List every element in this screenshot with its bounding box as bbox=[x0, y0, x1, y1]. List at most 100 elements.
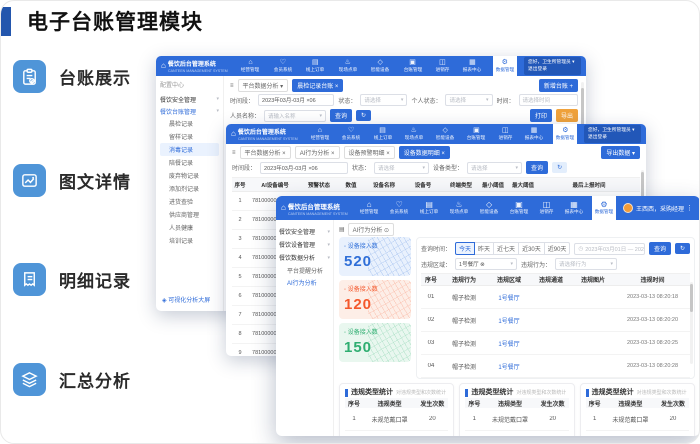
sidebar-group-analysis[interactable]: 餐饮数据分析▾ bbox=[279, 251, 330, 264]
area-link[interactable]: 1号餐厅 bbox=[487, 362, 531, 371]
nav-item-online-orders[interactable]: ▤线上订单 bbox=[417, 196, 441, 220]
sidebar-item[interactable]: 平台提醒分析 bbox=[279, 264, 330, 276]
reset-icon-button[interactable]: ↻ bbox=[675, 243, 690, 254]
nav-item-data-active[interactable]: ⚙数据管理 bbox=[553, 124, 577, 144]
breadcrumb-tag[interactable]: AI行为分析 ⊙ bbox=[348, 223, 394, 236]
tab[interactable]: AI行为分析 × bbox=[295, 146, 340, 159]
date-input[interactable]: 请选择时间 bbox=[519, 94, 578, 106]
range-90days[interactable]: 近90天 bbox=[544, 242, 571, 255]
date-range-input[interactable]: ◷2023年03月01日 — 2023年11月30日 bbox=[574, 243, 645, 255]
app-subtitle: CANTEEN MANAGEMENT SYSTEM bbox=[238, 136, 298, 141]
nav-item-onsite-orders[interactable]: ♨现场点单 bbox=[336, 56, 360, 76]
user-info[interactable]: 您好，卫生所管理员 ▾ 退出登录 bbox=[584, 125, 641, 143]
sidebar-item[interactable]: 晨检记录 bbox=[160, 117, 219, 130]
range-30days[interactable]: 近30天 bbox=[518, 242, 545, 255]
nav-item-members[interactable]: ♡会员系统 bbox=[339, 124, 363, 144]
nav-item-online-orders[interactable]: ▤线上订单 bbox=[303, 56, 327, 76]
sidebar-item[interactable]: 陪餐记录 bbox=[160, 156, 219, 169]
nav-item-reports[interactable]: ▦报表中心 bbox=[562, 196, 586, 220]
sidebar-group-devices[interactable]: 餐饮设备管理▾ bbox=[279, 238, 330, 251]
sidebar-item[interactable]: 进货查验 bbox=[160, 195, 219, 208]
reset-icon-button[interactable]: ↻ bbox=[552, 162, 567, 173]
behavior-select[interactable]: 请选择行为▾ bbox=[555, 258, 617, 270]
kebab-menu-icon[interactable]: ⋮ bbox=[686, 204, 693, 212]
sidebar-item-active[interactable]: AI行为分析 bbox=[279, 276, 330, 288]
area-select[interactable]: 1号餐厅 ⊗▾ bbox=[455, 258, 517, 270]
sidebar-item[interactable]: 留样记录 bbox=[160, 130, 219, 143]
area-link[interactable]: 1号餐厅 bbox=[487, 316, 531, 325]
sidebar-item[interactable]: 培训记录 bbox=[160, 234, 219, 247]
search-button[interactable]: 查询 bbox=[330, 109, 352, 122]
time-range-input[interactable]: 2023年03月-03月 ×06 bbox=[258, 94, 334, 106]
nav-item-data-active[interactable]: ⚙数据管理 bbox=[592, 196, 616, 220]
nav-item-onsite-orders[interactable]: ♨现场点单 bbox=[402, 124, 426, 144]
nav-item-smart-devices[interactable]: ◇智能设备 bbox=[368, 56, 392, 76]
search-button[interactable]: 查询 bbox=[649, 242, 671, 255]
stat-value: 150 bbox=[344, 339, 406, 356]
nav-item-inventory[interactable]: ◫进销存 bbox=[537, 196, 556, 220]
print-button[interactable]: 打印 bbox=[530, 109, 552, 122]
device-type-select[interactable]: 请选择▾ bbox=[467, 162, 522, 174]
nav-item-smart-devices[interactable]: ◇智能设备 bbox=[477, 196, 501, 220]
sidebar-item[interactable]: 人员健康 bbox=[160, 221, 219, 234]
add-ledger-button[interactable]: 新增台账 + bbox=[539, 79, 578, 92]
nav-item-ledger[interactable]: ▣台账管理 bbox=[507, 196, 531, 220]
nav-item-members[interactable]: ♡会员系统 bbox=[271, 56, 295, 76]
personal-status-select[interactable]: 请选择▾ bbox=[445, 94, 492, 106]
sidebar-item-active[interactable]: 消毒记录 bbox=[160, 143, 219, 156]
nav-item-inventory[interactable]: ◫进销存 bbox=[496, 124, 515, 144]
menu-icon[interactable]: ▤ bbox=[339, 226, 345, 233]
nav-item-business[interactable]: ⌂经营管理 bbox=[308, 124, 332, 144]
export-data-button[interactable]: 导出数据 ▾ bbox=[601, 146, 640, 159]
nav-item-reports[interactable]: ▦报表中心 bbox=[522, 124, 546, 144]
date-label: 时间： bbox=[497, 96, 515, 105]
nav-item-ledger[interactable]: ▣台账管理 bbox=[401, 56, 425, 76]
user-info[interactable]: 您好，卫生所管理员 ▾ 退出登录 bbox=[524, 57, 581, 75]
logout-link[interactable]: 退出登录 bbox=[528, 66, 574, 72]
area-link[interactable]: 1号餐厅 bbox=[487, 339, 531, 348]
tab[interactable]: 设备预警明细 × bbox=[344, 146, 395, 159]
breadcrumb-tag-active[interactable]: 晨检记录台账 × bbox=[292, 79, 343, 92]
tab-active[interactable]: 设备数据明细 × bbox=[399, 146, 450, 159]
range-7days[interactable]: 近七天 bbox=[493, 242, 519, 255]
reset-icon-button[interactable]: ↻ bbox=[356, 110, 371, 121]
sidebar-item[interactable]: 废弃物记录 bbox=[160, 169, 219, 182]
menu-icon[interactable]: ≡ bbox=[230, 83, 234, 89]
time-range-input[interactable]: 2023年03月-03月 ×06 bbox=[260, 162, 348, 174]
sidebar-item[interactable]: 供应商管理 bbox=[160, 208, 219, 221]
sidebar-item[interactable]: 添加剂记录 bbox=[160, 182, 219, 195]
nav-item-onsite-orders[interactable]: ♨现场点单 bbox=[447, 196, 471, 220]
tab[interactable]: 平台数据分析 × bbox=[240, 146, 291, 159]
nav-item-data-active[interactable]: ⚙数据管理 bbox=[493, 56, 517, 76]
avatar[interactable] bbox=[623, 203, 633, 213]
nav-item-ledger[interactable]: ▣台账管理 bbox=[464, 124, 488, 144]
person-select[interactable]: 请输入名称▾ bbox=[264, 110, 326, 122]
nav-item-members[interactable]: ♡会员系统 bbox=[387, 196, 411, 220]
search-button[interactable]: 查询 bbox=[526, 161, 548, 174]
area-link[interactable]: 1号餐厅 bbox=[487, 293, 531, 302]
app-title: 餐饮后台管理系统 bbox=[168, 59, 234, 68]
nav-item-online-orders[interactable]: ▤线上订单 bbox=[371, 124, 395, 144]
breadcrumb-tag[interactable]: 平台数据分析 ▾ bbox=[238, 79, 289, 92]
export-button[interactable]: 导出 bbox=[556, 109, 578, 122]
nav-item-business[interactable]: ⌂经营管理 bbox=[357, 196, 381, 220]
list-icon: ▤ bbox=[379, 127, 386, 135]
nav-item-inventory[interactable]: ◫进销存 bbox=[433, 56, 452, 76]
sidebar-group-safety[interactable]: 餐饮安全管理▾ bbox=[279, 225, 330, 238]
logout-link[interactable]: 退出登录 bbox=[588, 134, 634, 140]
nav-item-business[interactable]: ⌂经营管理 bbox=[238, 56, 262, 76]
visual-analysis-link[interactable]: ◈ 可视化分析大屏 bbox=[162, 295, 210, 304]
range-yesterday[interactable]: 昨天 bbox=[474, 242, 494, 255]
menu-icon[interactable]: ≡ bbox=[232, 150, 236, 156]
scrollbar-thumb[interactable] bbox=[690, 284, 693, 312]
nav-item-smart-devices[interactable]: ◇智能设备 bbox=[433, 124, 457, 144]
vertical-scrollbar[interactable] bbox=[690, 282, 693, 364]
sidebar-group-safety[interactable]: 餐饮安全管理▾ bbox=[160, 93, 219, 105]
sidebar-group-ledger[interactable]: 餐饮台账管理▾ bbox=[160, 105, 219, 117]
range-today[interactable]: 今天 bbox=[455, 242, 475, 255]
user-name[interactable]: 王西西，采购经理 bbox=[636, 204, 684, 213]
status-select[interactable]: 请选择▾ bbox=[360, 94, 407, 106]
nav-item-reports[interactable]: ▦报表中心 bbox=[460, 56, 484, 76]
status-select[interactable]: 请选择▾ bbox=[374, 162, 429, 174]
device-icon: ◇ bbox=[486, 201, 492, 209]
